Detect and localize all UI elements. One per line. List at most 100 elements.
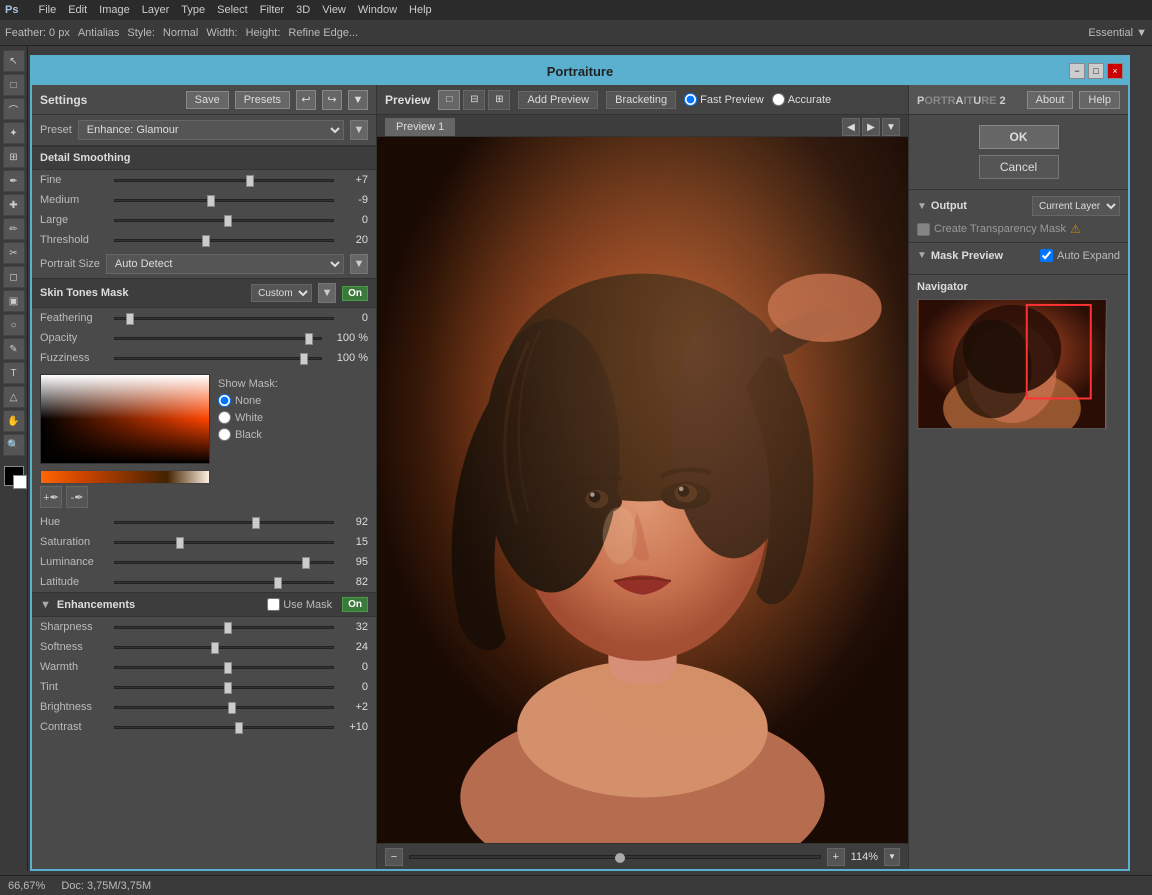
show-none-radio[interactable] bbox=[218, 394, 231, 407]
saturation-track[interactable] bbox=[114, 541, 334, 544]
fine-track[interactable] bbox=[114, 179, 334, 182]
undo-button[interactable]: ↩ bbox=[296, 90, 316, 110]
warmth-track[interactable] bbox=[114, 666, 334, 669]
eyedropper-add-button[interactable]: +✒ bbox=[40, 486, 62, 508]
zoom-minus-button[interactable]: − bbox=[385, 848, 403, 866]
saturation-thumb[interactable] bbox=[176, 537, 184, 549]
tool-dodge[interactable]: ○ bbox=[3, 314, 25, 336]
tool-move[interactable]: ↖ bbox=[3, 50, 25, 72]
menu-window[interactable]: Window bbox=[358, 4, 397, 16]
menu-filter[interactable]: Filter bbox=[260, 4, 284, 16]
hue-track[interactable] bbox=[114, 521, 334, 524]
tool-brush[interactable]: ✏ bbox=[3, 218, 25, 240]
toolbar-refine-edge[interactable]: Refine Edge... bbox=[288, 27, 358, 39]
zoom-slider[interactable] bbox=[409, 855, 821, 859]
preview-tab-1[interactable]: Preview 1 bbox=[385, 118, 455, 136]
navigator-thumbnail[interactable] bbox=[917, 299, 1107, 429]
sharpness-thumb[interactable] bbox=[224, 622, 232, 634]
about-button[interactable]: About bbox=[1027, 91, 1074, 109]
menu-file[interactable]: File bbox=[38, 4, 56, 16]
redo-button[interactable]: ↪ bbox=[322, 90, 342, 110]
menu-edit[interactable]: Edit bbox=[68, 4, 87, 16]
help-button[interactable]: Help bbox=[1079, 91, 1120, 109]
save-button[interactable]: Save bbox=[186, 91, 229, 109]
contrast-thumb[interactable] bbox=[235, 722, 243, 734]
fuzziness-thumb[interactable] bbox=[300, 353, 308, 365]
brightness-thumb[interactable] bbox=[228, 702, 236, 714]
menu-type[interactable]: Type bbox=[181, 4, 205, 16]
portrait-size-select[interactable]: Auto Detect bbox=[106, 254, 344, 274]
tool-pen[interactable]: ✎ bbox=[3, 338, 25, 360]
auto-expand-checkbox[interactable] bbox=[1040, 249, 1053, 262]
maximize-button[interactable]: □ bbox=[1088, 63, 1104, 79]
brightness-track[interactable] bbox=[114, 706, 334, 709]
feathering-track[interactable] bbox=[114, 317, 334, 320]
transparency-checkbox[interactable] bbox=[917, 223, 930, 236]
close-button[interactable]: × bbox=[1107, 63, 1123, 79]
fine-thumb[interactable] bbox=[246, 175, 254, 187]
show-white-radio[interactable] bbox=[218, 411, 231, 424]
tool-selection[interactable]: □ bbox=[3, 74, 25, 96]
split-v-view-icon[interactable]: ⊞ bbox=[488, 90, 510, 110]
use-mask-checkbox[interactable] bbox=[267, 598, 280, 611]
menu-select[interactable]: Select bbox=[217, 4, 248, 16]
tool-hand[interactable]: ✋ bbox=[3, 410, 25, 432]
prev-nav-right[interactable]: ▶ bbox=[862, 118, 880, 136]
output-layer-select[interactable]: Current Layer bbox=[1032, 196, 1120, 216]
tool-eyedropper[interactable]: ✒ bbox=[3, 170, 25, 192]
tool-gradient[interactable]: ▣ bbox=[3, 290, 25, 312]
medium-thumb[interactable] bbox=[207, 195, 215, 207]
foreground-color[interactable] bbox=[4, 466, 24, 486]
menu-view[interactable]: View bbox=[322, 4, 346, 16]
large-thumb[interactable] bbox=[224, 215, 232, 227]
cancel-button[interactable]: Cancel bbox=[979, 155, 1059, 179]
add-preview-button[interactable]: Add Preview bbox=[518, 91, 598, 109]
tool-magic-wand[interactable]: ✦ bbox=[3, 122, 25, 144]
tool-lasso[interactable]: ⌒ bbox=[3, 98, 25, 120]
portrait-size-dropdown-arrow[interactable]: ▼ bbox=[350, 254, 368, 274]
enhancements-toggle[interactable]: On bbox=[342, 597, 368, 612]
presets-button[interactable]: Presets bbox=[235, 91, 290, 109]
menu-3d[interactable]: 3D bbox=[296, 4, 310, 16]
skin-mode-select[interactable]: Custom bbox=[251, 284, 312, 302]
softness-track[interactable] bbox=[114, 646, 334, 649]
tool-zoom[interactable]: 🔍 bbox=[3, 434, 25, 456]
zoom-slider-thumb[interactable] bbox=[615, 853, 625, 863]
tool-clone[interactable]: ✂ bbox=[3, 242, 25, 264]
threshold-track[interactable] bbox=[114, 239, 334, 242]
tint-thumb[interactable] bbox=[224, 682, 232, 694]
threshold-thumb[interactable] bbox=[202, 235, 210, 247]
medium-track[interactable] bbox=[114, 199, 334, 202]
luminance-track[interactable] bbox=[114, 561, 334, 564]
bracketing-button[interactable]: Bracketing bbox=[606, 91, 676, 109]
menu-help[interactable]: Help bbox=[409, 4, 432, 16]
eyedropper-remove-button[interactable]: -✒ bbox=[66, 486, 88, 508]
zoom-dropdown[interactable]: ▼ bbox=[884, 848, 900, 866]
tool-crop[interactable]: ⊞ bbox=[3, 146, 25, 168]
tool-heal[interactable]: ✚ bbox=[3, 194, 25, 216]
latitude-track[interactable] bbox=[114, 581, 334, 584]
sharpness-track[interactable] bbox=[114, 626, 334, 629]
prev-nav-left[interactable]: ◀ bbox=[842, 118, 860, 136]
fast-preview-radio-input[interactable] bbox=[684, 93, 697, 106]
single-view-icon[interactable]: □ bbox=[438, 90, 460, 110]
luminance-thumb[interactable] bbox=[302, 557, 310, 569]
softness-thumb[interactable] bbox=[211, 642, 219, 654]
tint-track[interactable] bbox=[114, 686, 334, 689]
ok-button[interactable]: OK bbox=[979, 125, 1059, 149]
opacity-track[interactable] bbox=[114, 337, 322, 340]
menu-layer[interactable]: Layer bbox=[142, 4, 170, 16]
background-color[interactable] bbox=[13, 475, 27, 489]
color-gradient[interactable] bbox=[40, 374, 210, 464]
preset-dropdown-arrow[interactable]: ▼ bbox=[350, 120, 368, 140]
large-track[interactable] bbox=[114, 219, 334, 222]
fuzziness-track[interactable] bbox=[114, 357, 322, 360]
accurate-radio-input[interactable] bbox=[772, 93, 785, 106]
contrast-track[interactable] bbox=[114, 726, 334, 729]
show-black-radio[interactable] bbox=[218, 428, 231, 441]
tool-text[interactable]: T bbox=[3, 362, 25, 384]
prev-nav-menu[interactable]: ▼ bbox=[882, 118, 900, 136]
feathering-thumb[interactable] bbox=[126, 313, 134, 325]
zoom-plus-button[interactable]: + bbox=[827, 848, 845, 866]
preset-select[interactable]: Enhance: Glamour bbox=[78, 120, 344, 140]
